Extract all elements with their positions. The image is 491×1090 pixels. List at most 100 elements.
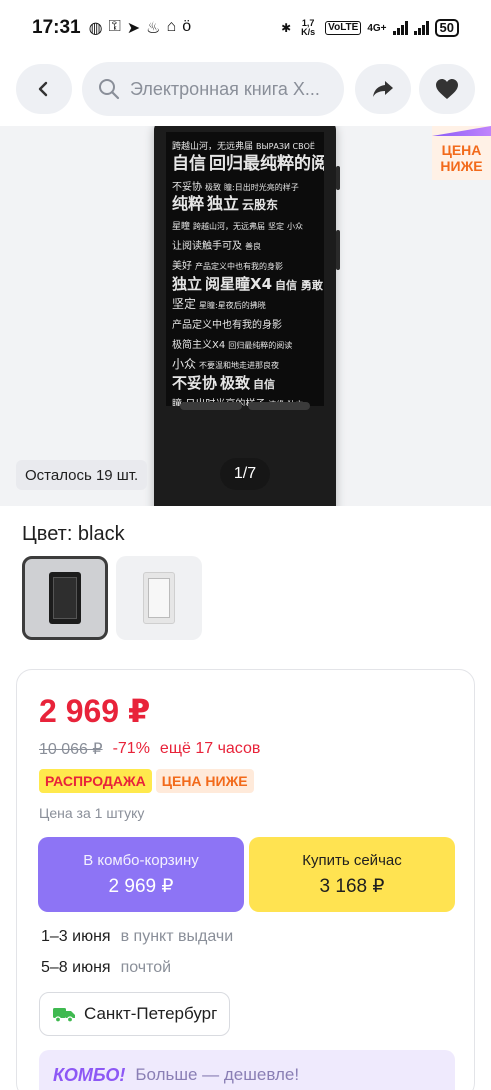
screen-text: 小众 <box>172 356 197 371</box>
device-screen: 跨越山河，无远弗届ВЫРАЗИ СВОЁ自信回归最纯粹的阅读不妥协极致瞳:日出时… <box>166 132 324 406</box>
sale-timer: ещё 17 часов <box>159 740 261 757</box>
screen-text: 独立 <box>172 274 203 293</box>
screen-text: ВЫРАЗИ СВОЁ <box>256 142 315 151</box>
screen-text-line: 不妥协 极致 自信 <box>172 375 318 392</box>
search-placeholder: Электронная книга X... <box>130 78 320 99</box>
add-to-combo-button[interactable]: В комбо-корзину 2 969 ₽ <box>38 837 244 912</box>
combo-logo: КОМБО! <box>53 1064 126 1085</box>
search-input[interactable]: Электронная книга X... <box>82 62 344 116</box>
device-button <box>336 166 340 190</box>
share-button[interactable] <box>355 64 411 114</box>
screen-text: 阅星瞳X4 <box>205 274 273 293</box>
notification-icons: ◍ ⚿ ➤ ♨ ⌂ ö <box>89 18 191 38</box>
delivery-option-pickup: 1–3 июня в пункт выдачи <box>41 928 233 946</box>
screen-text: 产品定义中也有我的身影 <box>195 261 283 271</box>
combo-button-label: В комбо-корзину <box>83 851 199 869</box>
heart-icon <box>436 79 458 99</box>
screen-text-line: 自信回归最纯粹的阅读 <box>172 153 324 174</box>
gallery-pager: 1/7 <box>220 458 270 490</box>
screen-text: 自信 <box>172 153 206 174</box>
volte-badge: VoLTE <box>325 21 362 35</box>
screen-text-line: 坚定 星瞳:星夜后的拂晓 <box>172 295 318 312</box>
delivery-date: 1–3 июня <box>41 928 111 945</box>
telegram-icon: ➤ <box>126 20 141 37</box>
screen-text: 美好 <box>172 260 192 272</box>
buy-now-button[interactable]: Купить сейчас 3 168 ₽ <box>249 837 455 912</box>
product-image: 跨越山河，无远弗届ВЫРАЗИ СВОЁ自信回归最纯粹的阅读不妥协极致瞳:日出时… <box>154 126 340 506</box>
screen-text: 云股东 <box>242 198 279 213</box>
current-price: 2 969 ₽ <box>39 693 151 729</box>
screen-text: 纯粹 <box>172 194 205 214</box>
status-right: ✱ 1,7 K/s VoLTE 4G+ 50 <box>281 19 459 37</box>
net-speed: 1,7 K/s <box>301 18 316 37</box>
delivery-option-post: 5–8 июня почтой <box>41 959 171 977</box>
signal-icon <box>392 21 408 35</box>
truck-icon <box>53 1008 75 1023</box>
screen-text: 不要温和地走进那良夜 <box>199 360 280 370</box>
flame-icon: ♨ <box>146 20 161 37</box>
notification-icon: ◍ <box>88 20 103 37</box>
status-bar: 17:31 ◍ ⚿ ➤ ♨ ⌂ ö ✱ 1,7 K/s VoLTE 4G+ 50 <box>0 0 491 56</box>
screen-text: 坚定 <box>268 222 285 232</box>
delivery-method: почтой <box>120 959 172 976</box>
screen-text: 星瞳:星夜后的拂晓 <box>199 301 266 311</box>
favorite-button[interactable] <box>419 64 475 114</box>
old-price: 10 066 ₽ <box>39 741 103 758</box>
delivery-method: в пункт выдачи <box>120 928 234 945</box>
stock-badge: Осталось 19 шт. <box>16 460 148 490</box>
screen-text: 跨越山河，无远弗届 <box>193 222 266 232</box>
buy-button-price: 3 168 ₽ <box>319 875 385 897</box>
screen-text: 让阅读触手可及 <box>172 241 242 253</box>
buy-button-label: Купить сейчас <box>302 851 402 869</box>
back-button[interactable] <box>16 64 72 114</box>
screen-text: 不妥协 <box>172 181 202 193</box>
color-thumbnail <box>143 572 175 624</box>
screen-text-line: 星瞳 跨越山河，无远弗届 坚定 小众 <box>172 216 318 233</box>
screen-text: 小众 <box>287 222 304 232</box>
app-icon: ö <box>182 18 192 35</box>
price-card: 2 969 ₽ 10 066 ₽ -71% ещё 17 часов РАСПР… <box>16 669 475 1090</box>
screen-text: 回归最纯粹的阅读 <box>209 153 324 174</box>
screen-text: 善良 <box>245 242 261 252</box>
price-lower-tag: ЦЕНА НИЖЕ <box>432 126 491 180</box>
battery-icon: 50 <box>434 19 459 37</box>
key-icon: ⚿ <box>108 18 121 35</box>
color-option-black[interactable] <box>22 556 108 640</box>
share-icon <box>373 81 393 97</box>
combo-banner[interactable]: КОМБО! Больше — дешевле! <box>39 1050 455 1090</box>
home-icon: ⌂ <box>166 18 177 35</box>
delivery-date: 5–8 июня <box>41 959 111 976</box>
screen-text: 星瞳 <box>172 222 191 233</box>
screen-text-line: 跨越山河，无远弗届 ВЫРАЗИ СВОЁ <box>172 136 318 153</box>
city-name: Санкт-Петербург <box>84 1004 218 1023</box>
combo-button-price: 2 969 ₽ <box>108 875 174 897</box>
screen-text-line: 美好 产品定义中也有我的身影 <box>172 256 318 273</box>
screen-text-line: 独立 阅星瞳X4 自信 勇敢 <box>172 274 323 293</box>
badges: РАСПРОДАЖА ЦЕНА НИЖЕ <box>39 769 254 793</box>
combo-banner-text: Больше — дешевле! <box>135 1065 300 1084</box>
status-time: 17:31 <box>32 17 81 38</box>
network-type: 4G+ <box>367 22 387 34</box>
city-selector-button[interactable]: Санкт-Петербург <box>39 992 231 1036</box>
screen-text-line: 让阅读触手可及 善良 <box>172 236 318 253</box>
screen-text: 坚定 <box>172 297 197 312</box>
screen-text: 独立 <box>207 194 240 214</box>
color-option-white[interactable] <box>116 556 202 640</box>
top-nav: Электронная книга X... <box>0 62 491 116</box>
price-tag-line: ЦЕНА <box>441 141 482 158</box>
sale-badge: РАСПРОДАЖА <box>39 769 152 793</box>
device-page-buttons <box>180 402 310 410</box>
screen-text: 回归最纯粹的阅读 <box>228 341 293 351</box>
device-button <box>336 230 340 270</box>
screen-text-line: 小众 不要温和地走进那良夜 <box>172 355 318 372</box>
bluetooth-icon: ✱ <box>281 21 292 35</box>
screen-text: 极致 <box>220 373 251 392</box>
product-gallery[interactable]: 跨越山河，无远弗届ВЫРАЗИ СВОЁ自信回归最纯粹的阅读不妥协极致瞳:日出时… <box>0 126 491 506</box>
screen-text-line: 纯粹 独立 云股东 <box>172 196 318 213</box>
price-lower-badge: ЦЕНА НИЖЕ <box>155 769 254 793</box>
screen-text: 极简主义X4 <box>172 340 226 352</box>
search-icon <box>99 79 120 100</box>
signal-icon-2 <box>413 21 429 35</box>
screen-text: 不妥协 <box>172 373 218 392</box>
screen-text-line: 不妥协 极致 瞳:日出时光亮的样子 <box>172 177 318 194</box>
